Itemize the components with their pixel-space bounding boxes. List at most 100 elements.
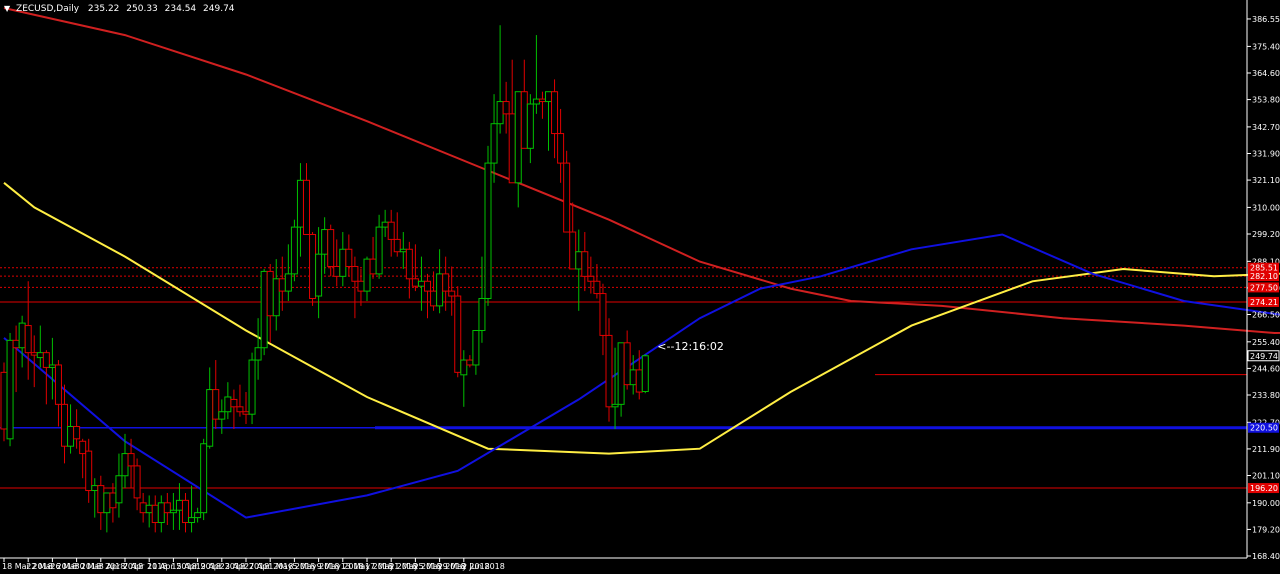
ma-slow-line — [3, 7, 1280, 335]
ma-fast-line — [3, 233, 1280, 519]
bar-countdown: <--12:16:02 — [657, 340, 724, 353]
candle — [339, 232, 347, 287]
level-price-label: 277.50 — [1250, 283, 1278, 292]
annotations: <--12:16:02 — [657, 340, 724, 353]
candle-body — [496, 101, 504, 125]
candle-body — [48, 364, 56, 368]
candle — [97, 475, 105, 530]
candle-body — [139, 502, 147, 514]
candle — [496, 25, 504, 134]
candle-body — [587, 275, 595, 282]
candle — [393, 212, 401, 257]
low-value: 234.54 — [164, 4, 197, 14]
candle-body — [266, 270, 274, 317]
candle — [454, 286, 462, 378]
candle-body — [91, 485, 99, 492]
candle-body — [54, 364, 62, 405]
price-tick-label: 168.40 — [1252, 552, 1280, 561]
candle-body — [169, 509, 177, 514]
candle — [448, 266, 456, 316]
candle — [569, 202, 577, 270]
candle-body — [399, 248, 407, 253]
candle — [303, 163, 310, 235]
price-tick-label: 386.55 — [1252, 15, 1280, 24]
candle-body — [18, 322, 26, 349]
candle — [73, 409, 81, 449]
candle-body — [212, 389, 220, 420]
candle-body — [635, 369, 643, 393]
level-price-label: 196.20 — [1250, 484, 1278, 493]
price-chart[interactable]: 386.55 375.40 364.60 353.80 342.70 331.90 321.… — [0, 0, 1280, 574]
candle — [0, 362, 8, 442]
candle-body — [296, 179, 304, 228]
candle — [139, 492, 147, 523]
candle-body — [393, 238, 401, 253]
symbol-label: ZECUSD,Daily — [16, 4, 80, 14]
candle — [321, 217, 329, 274]
candle-body — [484, 162, 492, 299]
candle — [478, 256, 486, 343]
candle — [182, 492, 189, 533]
price-axis: 386.55 375.40 364.60 353.80 342.70 331.90 321.… — [1246, 0, 1280, 561]
candle-body — [85, 450, 93, 492]
candle — [399, 232, 407, 269]
price-tick-label: 342.70 — [1252, 123, 1280, 132]
candle — [357, 268, 365, 306]
candle — [417, 256, 425, 311]
candle-body — [545, 91, 552, 103]
candle — [327, 224, 335, 277]
candle-body — [472, 329, 480, 366]
candle-body — [200, 443, 208, 514]
candle-body — [321, 229, 329, 255]
candle-body — [103, 492, 111, 514]
candle-body — [339, 248, 347, 277]
candle — [424, 273, 431, 319]
price-tick-label: 244.60 — [1252, 364, 1280, 373]
price-tick-label: 211.90 — [1252, 445, 1280, 454]
candle-body — [284, 273, 292, 292]
candle — [236, 384, 244, 417]
candle — [460, 350, 468, 407]
candle-body — [605, 334, 613, 408]
candle — [194, 507, 202, 523]
price-tick-label: 310.00 — [1252, 203, 1280, 212]
candle-body — [278, 278, 286, 292]
candle — [514, 91, 522, 208]
candles — [0, 25, 649, 533]
candle-body — [502, 101, 510, 115]
candle-body — [351, 265, 359, 282]
candle-body — [569, 231, 577, 270]
candle-body — [405, 248, 413, 280]
candle-body — [42, 352, 50, 368]
candle-body — [6, 339, 14, 440]
candle-body — [417, 280, 425, 287]
candle-body — [290, 226, 298, 275]
candle — [230, 389, 238, 429]
candle-body — [0, 371, 8, 430]
candle — [61, 384, 68, 464]
candle-body — [236, 406, 244, 413]
open-value: 235.22 — [87, 4, 120, 14]
candle-body — [375, 226, 383, 275]
candle — [345, 234, 353, 277]
candle-body — [345, 248, 353, 267]
collapse-triangle-icon[interactable]: ▼ — [4, 3, 10, 14]
candle — [206, 367, 214, 449]
candle — [169, 492, 177, 530]
candle — [545, 91, 552, 151]
candle-body — [206, 389, 214, 447]
candle-body — [490, 123, 498, 164]
ma-mid-line — [3, 182, 1280, 455]
close-value: 249.74 — [203, 4, 235, 14]
candle — [91, 478, 99, 518]
candle — [284, 244, 292, 301]
candle — [526, 94, 534, 164]
candle — [472, 329, 480, 375]
candle-body — [514, 91, 522, 184]
price-tick-label: 299.20 — [1252, 230, 1280, 239]
price-tick-label: 266.50 — [1252, 310, 1280, 319]
candle — [145, 495, 153, 528]
candle — [151, 495, 159, 533]
candle — [254, 318, 262, 380]
price-tick-label: 179.20 — [1252, 525, 1280, 534]
